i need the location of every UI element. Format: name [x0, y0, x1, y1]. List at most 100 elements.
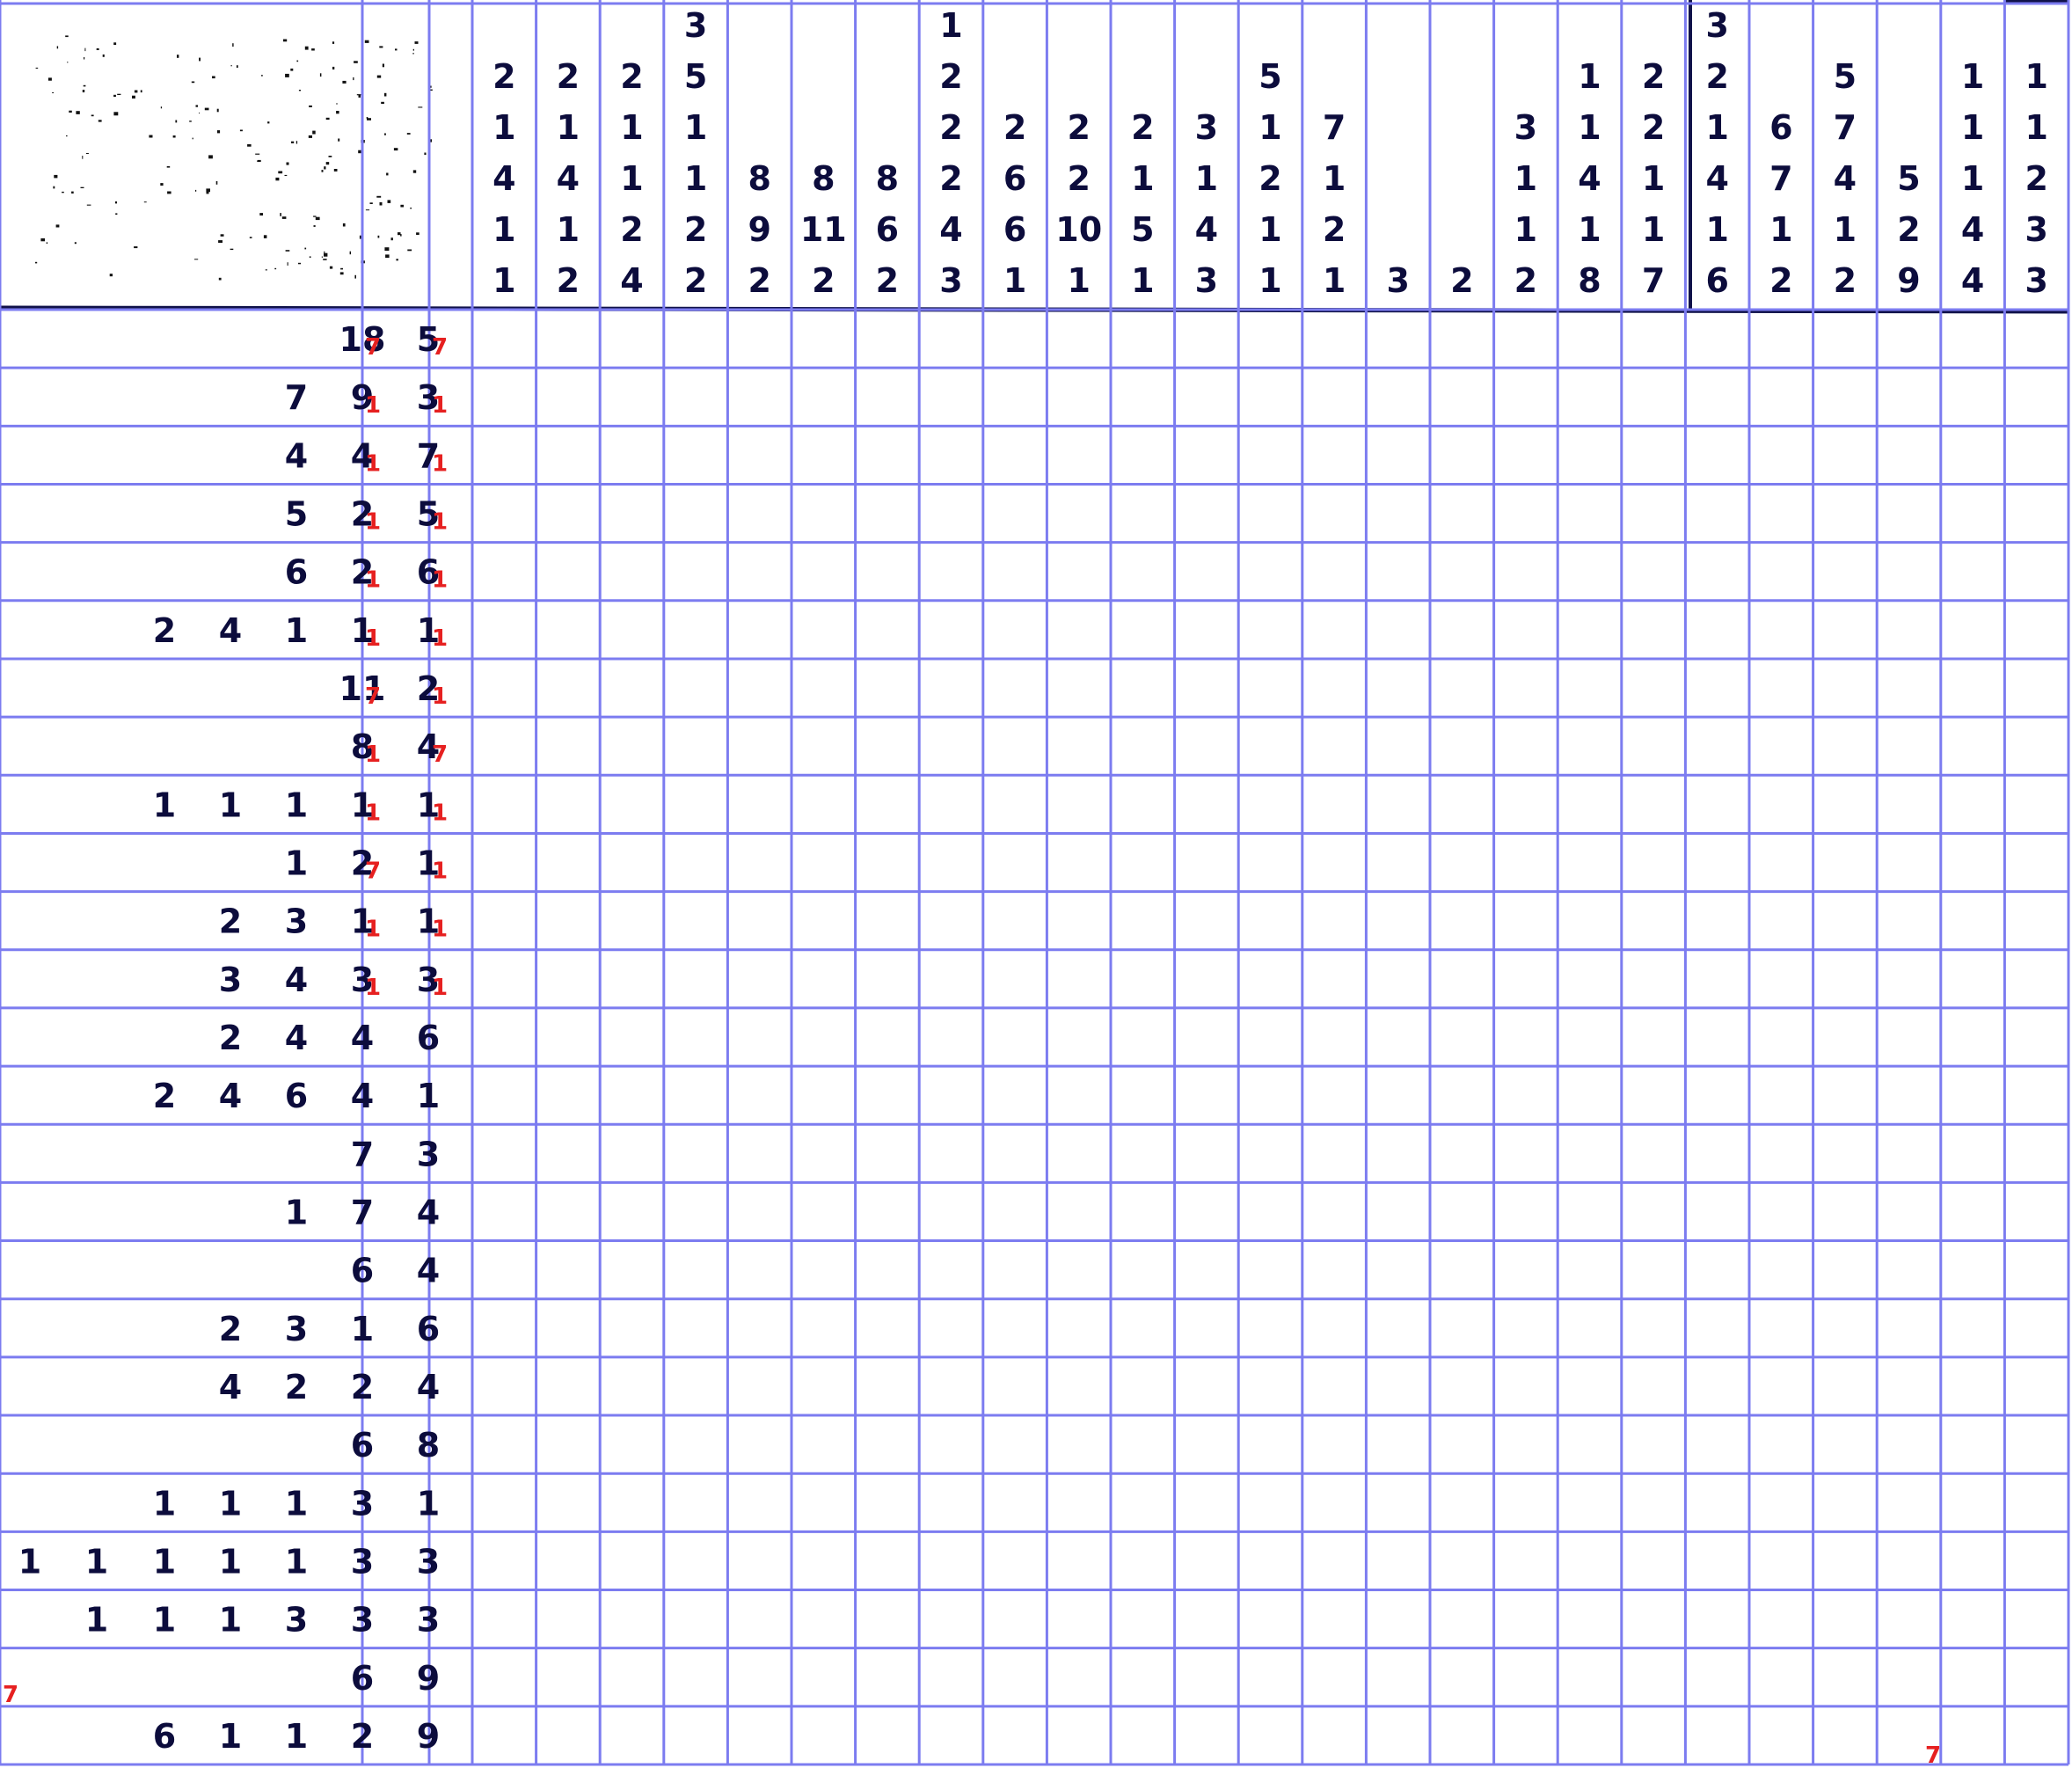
grid-cell[interactable]: [1494, 717, 1558, 775]
grid-cell[interactable]: [1685, 1415, 1749, 1473]
grid-cell[interactable]: [1366, 484, 1430, 542]
grid-cell[interactable]: [1877, 310, 1941, 368]
grid-cell[interactable]: [2004, 717, 2068, 775]
grid-cell[interactable]: [1175, 1241, 1239, 1299]
grid-cell[interactable]: [1877, 426, 1941, 484]
grid-cell[interactable]: [664, 1706, 728, 1764]
grid-cell[interactable]: [1622, 1706, 1686, 1764]
grid-cell[interactable]: [1366, 543, 1430, 601]
grid-cell[interactable]: [1941, 1066, 2005, 1124]
grid-cell[interactable]: [919, 426, 983, 484]
grid-cell[interactable]: [472, 1473, 536, 1531]
grid-cell[interactable]: [536, 833, 601, 891]
grid-cell[interactable]: [1877, 1299, 1941, 1357]
grid-cell[interactable]: [856, 717, 920, 775]
grid-cell[interactable]: [1238, 833, 1302, 891]
grid-cell[interactable]: [1238, 1066, 1302, 1124]
grid-cell[interactable]: [792, 601, 856, 659]
grid-cell[interactable]: [1685, 1124, 1749, 1182]
grid-cell[interactable]: [1494, 426, 1558, 484]
grid-cell[interactable]: [1558, 1066, 1622, 1124]
grid-cell[interactable]: [727, 310, 792, 368]
grid-cell[interactable]: [600, 717, 664, 775]
grid-cell[interactable]: [1877, 833, 1941, 891]
grid-cell[interactable]: [1366, 1648, 1430, 1706]
grid-cell[interactable]: [1111, 543, 1175, 601]
grid-cell[interactable]: [1558, 484, 1622, 542]
grid-cell[interactable]: [983, 1415, 1047, 1473]
grid-cell[interactable]: [1047, 368, 1111, 426]
grid-cell[interactable]: [1494, 1706, 1558, 1764]
grid-cell[interactable]: [727, 484, 792, 542]
grid-cell[interactable]: [727, 1008, 792, 1066]
grid-cell[interactable]: [1430, 1590, 1494, 1648]
grid-cell[interactable]: [856, 833, 920, 891]
grid-cell[interactable]: [792, 368, 856, 426]
grid-cell[interactable]: [1175, 1066, 1239, 1124]
grid-cell[interactable]: [1111, 1357, 1175, 1415]
grid-cell[interactable]: [1366, 1124, 1430, 1182]
grid-cell[interactable]: [1047, 601, 1111, 659]
grid-cell[interactable]: [1111, 426, 1175, 484]
grid-cell[interactable]: [1175, 543, 1239, 601]
grid-cell[interactable]: [919, 833, 983, 891]
grid-cell[interactable]: [1175, 833, 1239, 891]
grid-cell[interactable]: [1749, 1124, 1813, 1182]
grid-cell[interactable]: [1494, 601, 1558, 659]
grid-cell[interactable]: [1430, 717, 1494, 775]
grid-cell[interactable]: [1111, 310, 1175, 368]
grid-cell[interactable]: [1430, 833, 1494, 891]
grid-cell[interactable]: [919, 1473, 983, 1531]
grid-cell[interactable]: [856, 1124, 920, 1182]
grid-cell[interactable]: [1430, 1124, 1494, 1182]
grid-cell[interactable]: [2004, 1066, 2068, 1124]
grid-cell[interactable]: [1366, 426, 1430, 484]
grid-cell[interactable]: [472, 1299, 536, 1357]
grid-cell[interactable]: [1749, 543, 1813, 601]
grid-cell[interactable]: [983, 659, 1047, 717]
grid-cell[interactable]: [1366, 1357, 1430, 1415]
grid-cell[interactable]: [1302, 1590, 1367, 1648]
grid-cell[interactable]: [1558, 310, 1622, 368]
grid-cell[interactable]: [1622, 601, 1686, 659]
grid-cell[interactable]: [983, 310, 1047, 368]
grid-cell[interactable]: [1558, 1531, 1622, 1589]
grid-cell[interactable]: [1430, 1706, 1494, 1764]
grid-cell[interactable]: [600, 833, 664, 891]
grid-cell[interactable]: [1238, 892, 1302, 950]
grid-cell[interactable]: [1238, 601, 1302, 659]
grid-cell[interactable]: [919, 1299, 983, 1357]
grid-cell[interactable]: [1111, 1531, 1175, 1589]
grid-cell[interactable]: [1366, 1299, 1430, 1357]
grid-cell[interactable]: [727, 1590, 792, 1648]
grid-cell[interactable]: [856, 1008, 920, 1066]
grid-cell[interactable]: [1430, 543, 1494, 601]
grid-cell[interactable]: [727, 601, 792, 659]
grid-cell[interactable]: [1877, 717, 1941, 775]
grid-cell[interactable]: [664, 775, 728, 833]
grid-cell[interactable]: [472, 717, 536, 775]
grid-cell[interactable]: [1238, 1415, 1302, 1473]
grid-cell[interactable]: [664, 833, 728, 891]
grid-cell[interactable]: [600, 1008, 664, 1066]
grid-cell[interactable]: [1366, 601, 1430, 659]
grid-cell[interactable]: [600, 1706, 664, 1764]
grid-cell[interactable]: [1366, 1473, 1430, 1531]
grid-cell[interactable]: [536, 1008, 601, 1066]
grid-cell[interactable]: [1175, 1531, 1239, 1589]
grid-cell[interactable]: [1941, 659, 2005, 717]
grid-cell[interactable]: [792, 775, 856, 833]
grid-cell[interactable]: [536, 543, 601, 601]
grid-cell[interactable]: [792, 950, 856, 1008]
grid-cell[interactable]: [1877, 543, 1941, 601]
grid-cell[interactable]: [1749, 368, 1813, 426]
grid-cell[interactable]: [727, 543, 792, 601]
grid-cell[interactable]: [600, 950, 664, 1008]
grid-cell[interactable]: [1111, 1706, 1175, 1764]
grid-cell[interactable]: [1941, 1415, 2005, 1473]
grid-cell[interactable]: [983, 1008, 1047, 1066]
grid-cell[interactable]: [472, 1124, 536, 1182]
grid-cell[interactable]: [2004, 368, 2068, 426]
grid-cell[interactable]: [1111, 1590, 1175, 1648]
grid-cell[interactable]: [1238, 1531, 1302, 1589]
